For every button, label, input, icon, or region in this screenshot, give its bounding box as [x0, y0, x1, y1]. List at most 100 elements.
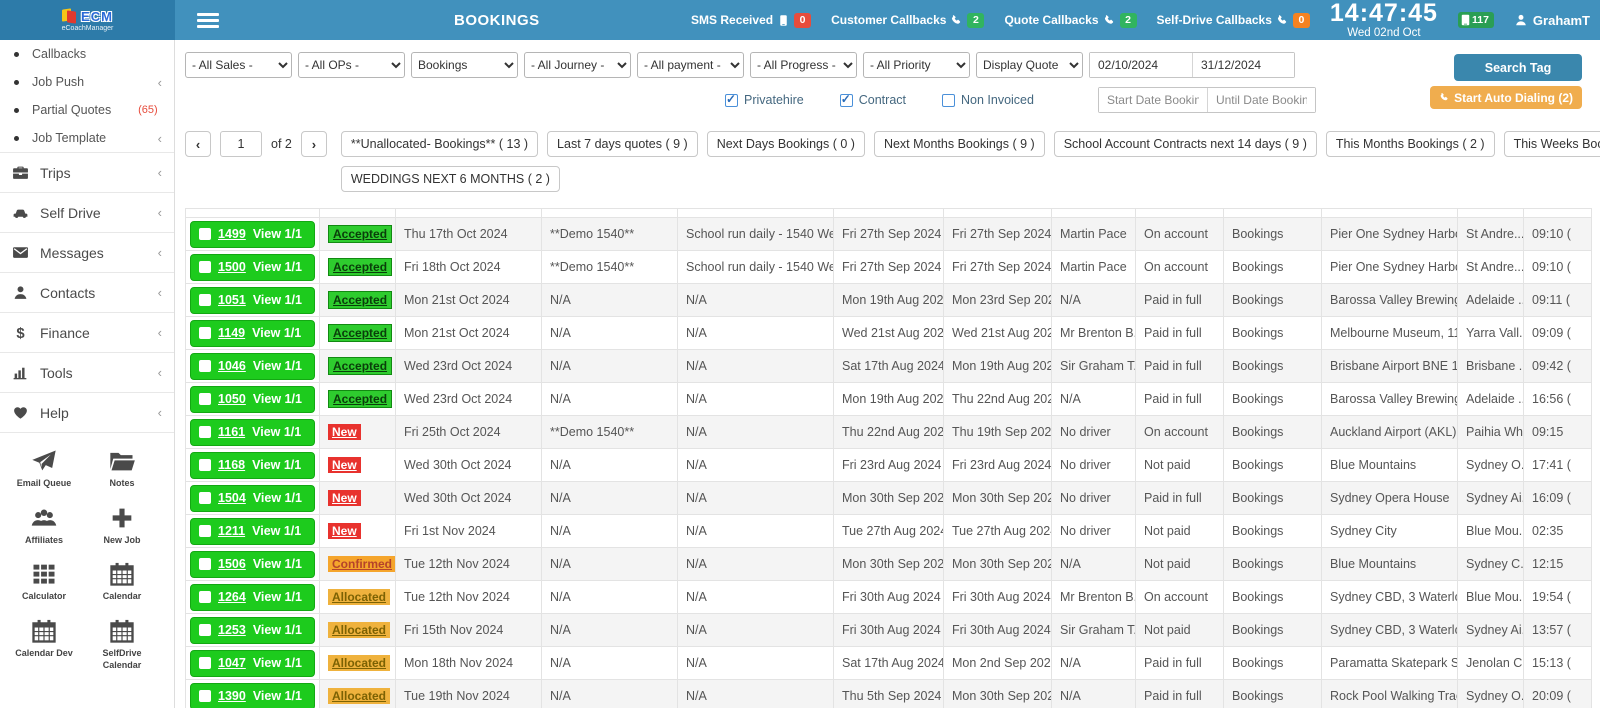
view-label[interactable]: View 1/1	[252, 458, 301, 472]
view-label[interactable]: View 1/1	[253, 392, 302, 406]
row-checkbox[interactable]	[199, 690, 211, 702]
status-badge[interactable]: New	[328, 424, 361, 440]
booking-id-button[interactable]: 1047 View 1/1	[190, 650, 315, 677]
booking-id-link[interactable]: 1253	[218, 623, 246, 637]
view-label[interactable]: View 1/1	[253, 557, 302, 571]
view-label[interactable]: View 1/1	[253, 260, 302, 274]
sidebar-shortcut[interactable]: Calendar	[92, 560, 152, 603]
row-checkbox[interactable]	[199, 591, 211, 603]
date-from-input[interactable]	[1090, 53, 1192, 77]
callback-stat[interactable]: Quote Callbacks 2	[1004, 13, 1136, 28]
app-logo[interactable]: ECM eCoachManager	[0, 0, 175, 40]
tag-filter-button[interactable]: School Account Contracts next 14 days ( …	[1054, 131, 1317, 157]
booking-id-button[interactable]: 1504 View 1/1	[190, 485, 315, 512]
view-label[interactable]: View 1/1	[253, 359, 302, 373]
filter-select[interactable]: Display Quote	[976, 52, 1083, 78]
filter-select[interactable]: - All Journey -	[524, 52, 631, 78]
booking-id-link[interactable]: 1161	[218, 425, 245, 439]
booking-id-link[interactable]: 1211	[218, 524, 245, 538]
callback-stat[interactable]: Self-Drive Callbacks 0	[1157, 13, 1310, 28]
status-badge[interactable]: Accepted	[328, 324, 392, 342]
booking-id-link[interactable]: 1506	[218, 557, 246, 571]
sidebar-group-item[interactable]: Trips	[0, 152, 174, 192]
view-label[interactable]: View 1/1	[253, 293, 302, 307]
view-label[interactable]: View 1/1	[253, 491, 302, 505]
sidebar-shortcut[interactable]: SelfDrive Calendar	[92, 617, 152, 671]
start-auto-dialing-button[interactable]: Start Auto Dialing (2)	[1430, 86, 1582, 109]
status-badge[interactable]: Allocated	[328, 688, 390, 704]
filter-checkbox[interactable]: Non Invoiced	[942, 93, 1034, 107]
status-badge[interactable]: Allocated	[328, 622, 390, 638]
tag-filter-button[interactable]: WEDDINGS NEXT 6 MONTHS ( 2 )	[341, 166, 560, 192]
checkbox-icon[interactable]	[942, 94, 955, 107]
sidebar-shortcut[interactable]: New Job	[92, 504, 152, 547]
row-checkbox[interactable]	[199, 624, 211, 636]
row-checkbox[interactable]	[199, 327, 211, 339]
view-label[interactable]: View 1/1	[253, 689, 302, 703]
date-to-input[interactable]	[1192, 53, 1294, 77]
sidebar-shortcut[interactable]: Notes	[92, 447, 152, 490]
filter-checkbox[interactable]: Privatehire	[725, 93, 804, 107]
status-badge[interactable]: Confirmed	[328, 556, 396, 572]
sidebar-sub-item[interactable]: Partial Quotes (65)	[0, 96, 174, 124]
booking-id-button[interactable]: 1046 View 1/1	[190, 353, 315, 380]
tag-filter-button[interactable]: **Unallocated- Bookings** ( 13 )	[341, 131, 538, 157]
booking-id-button[interactable]: 1253 View 1/1	[190, 617, 315, 644]
row-checkbox[interactable]	[199, 228, 211, 240]
booking-id-link[interactable]: 1149	[218, 326, 245, 340]
checkbox-icon[interactable]	[840, 94, 853, 107]
booking-id-link[interactable]: 1264	[218, 590, 246, 604]
view-label[interactable]: View 1/1	[252, 326, 301, 340]
booking-id-link[interactable]: 1390	[218, 689, 246, 703]
booking-id-button[interactable]: 1050 View 1/1	[190, 386, 315, 413]
booking-id-button[interactable]: 1168 View 1/1	[190, 452, 315, 479]
sidebar-shortcut[interactable]: Calculator	[14, 560, 74, 603]
row-checkbox[interactable]	[199, 261, 211, 273]
prev-page-button[interactable]	[185, 131, 211, 157]
tag-filter-button[interactable]: This Weeks Bookings ( 7 )	[1504, 131, 1600, 157]
status-badge[interactable]: New	[328, 490, 361, 506]
callback-stat[interactable]: Customer Callbacks 2	[831, 13, 984, 28]
booking-id-button[interactable]: 1211 View 1/1	[190, 518, 315, 545]
phone-count-badge[interactable]: 117	[1458, 12, 1494, 28]
filter-select[interactable]: - All Priority	[863, 52, 970, 78]
sidebar-group-item[interactable]: Tools	[0, 352, 174, 392]
row-checkbox[interactable]	[199, 459, 211, 471]
row-checkbox[interactable]	[199, 426, 211, 438]
search-tag-button[interactable]: Search Tag	[1454, 54, 1582, 81]
booking-id-link[interactable]: 1051	[218, 293, 246, 307]
booking-id-link[interactable]: 1500	[218, 260, 246, 274]
booking-id-link[interactable]: 1504	[218, 491, 246, 505]
row-checkbox[interactable]	[199, 558, 211, 570]
status-badge[interactable]: New	[328, 457, 361, 473]
view-label[interactable]: View 1/1	[253, 227, 302, 241]
status-badge[interactable]: Accepted	[328, 357, 392, 375]
sidebar-sub-item[interactable]: Job Template	[0, 124, 174, 152]
sidebar-sub-item[interactable]: Job Push	[0, 68, 174, 96]
filter-select[interactable]: - All Progress -	[750, 52, 857, 78]
booking-id-button[interactable]: 1390 View 1/1	[190, 683, 315, 708]
filter-checkbox[interactable]: Contract	[840, 93, 906, 107]
view-label[interactable]: View 1/1	[253, 590, 302, 604]
view-label[interactable]: View 1/1	[253, 623, 302, 637]
status-badge[interactable]: Accepted	[328, 291, 392, 309]
sidebar-sub-item[interactable]: Callbacks	[0, 40, 174, 68]
sidebar-shortcut[interactable]: Affiliates	[14, 504, 74, 547]
booking-id-button[interactable]: 1499 View 1/1	[190, 221, 315, 248]
booking-id-link[interactable]: 1046	[218, 359, 246, 373]
row-checkbox[interactable]	[199, 492, 211, 504]
sidebar-group-item[interactable]: Contacts	[0, 272, 174, 312]
booking-id-link[interactable]: 1050	[218, 392, 246, 406]
callback-stat[interactable]: SMS Received 0	[691, 13, 811, 28]
page-number-input[interactable]	[220, 131, 262, 157]
booking-id-button[interactable]: 1500 View 1/1	[190, 254, 315, 281]
menu-hamburger-icon[interactable]	[197, 10, 219, 31]
sidebar-group-item[interactable]: Help	[0, 392, 174, 432]
status-badge[interactable]: Accepted	[328, 390, 392, 408]
until-date-booker-input[interactable]	[1207, 88, 1315, 112]
row-checkbox[interactable]	[199, 294, 211, 306]
status-badge[interactable]: Accepted	[328, 225, 392, 243]
tag-filter-button[interactable]: Next Days Bookings ( 0 )	[707, 131, 865, 157]
row-checkbox[interactable]	[199, 393, 211, 405]
tag-filter-button[interactable]: This Months Bookings ( 2 )	[1326, 131, 1495, 157]
